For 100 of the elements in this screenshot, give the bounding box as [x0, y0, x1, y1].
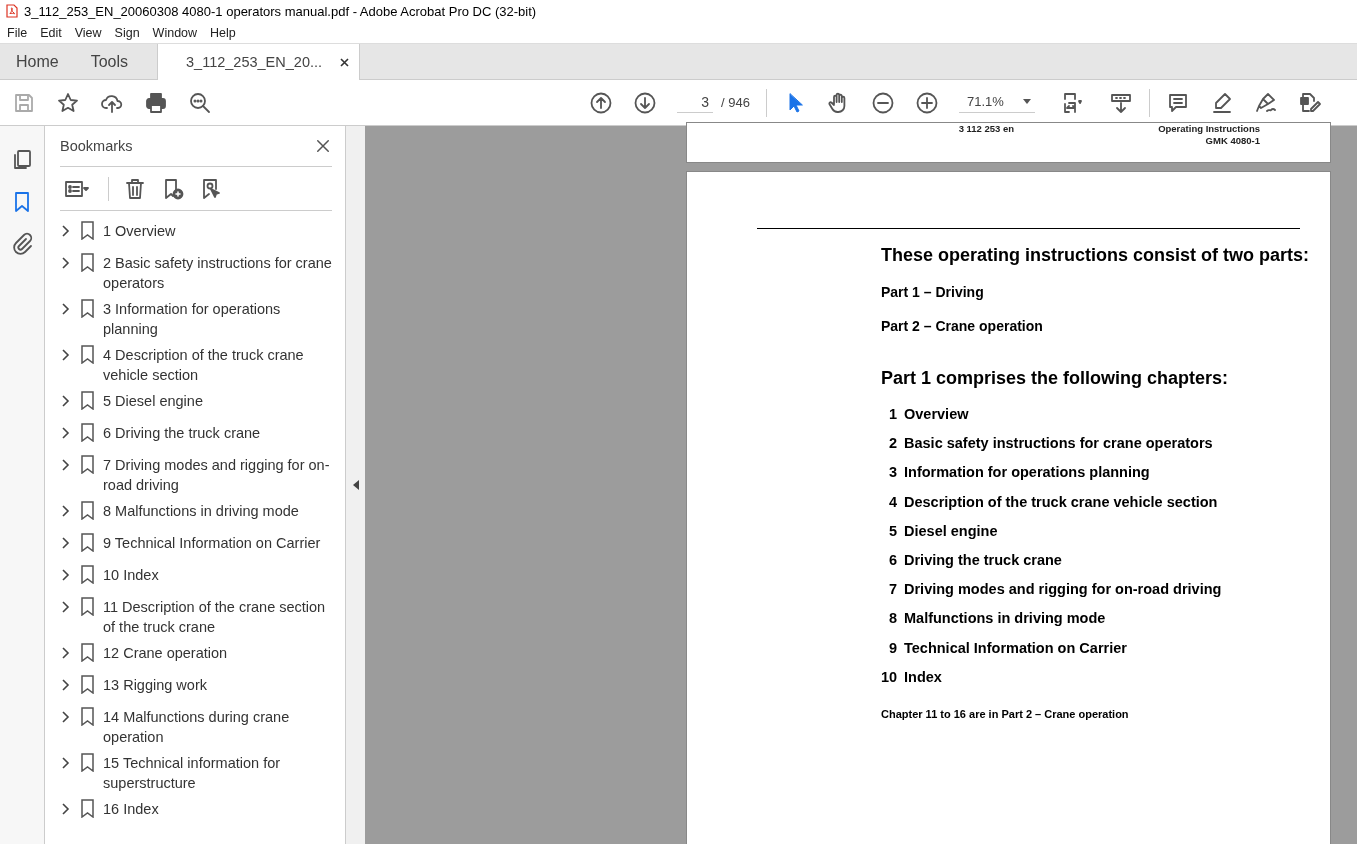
chevron-right-icon[interactable]: [60, 535, 70, 551]
chevron-right-icon[interactable]: [60, 425, 70, 441]
bookmark-item[interactable]: 2 Basic safety instructions for crane operators: [103, 253, 332, 293]
chapter-number: 3: [887, 464, 897, 481]
bookmark-icon: [81, 299, 94, 318]
bookmark-icon: [81, 501, 94, 520]
chevron-right-icon[interactable]: [60, 223, 70, 239]
chevron-right-icon[interactable]: [60, 645, 70, 661]
bookmark-item[interactable]: 3 Information for operations planning: [103, 299, 332, 339]
chapter-number: 9: [887, 639, 897, 656]
collapse-arrow-icon[interactable]: [352, 480, 359, 490]
menu-item[interactable]: Edit: [33, 25, 68, 40]
edit-document-icon[interactable]: [1297, 90, 1322, 115]
chevron-right-icon[interactable]: [60, 709, 70, 725]
bookmark-item[interactable]: 10 Index: [103, 565, 159, 585]
document-number: 3 112 253 en: [958, 123, 1015, 136]
trash-icon[interactable]: [123, 176, 147, 201]
bookmark-icon: [81, 643, 94, 662]
part-title: Part 1 – Driving: [881, 284, 984, 300]
menu-item[interactable]: Window: [145, 25, 204, 40]
zoom-dropdown[interactable]: 71.1%: [958, 92, 1035, 113]
window-title: 3_112_253_EN_20060308 4080-1 operators manual.pdf - Adobe Acrobat Pro DC (32-bit): [24, 3, 537, 19]
chevron-right-icon[interactable]: [60, 599, 70, 615]
bookmark-icon: [81, 423, 94, 442]
bookmark-item[interactable]: 13 Rigging work: [103, 675, 207, 695]
bookmark-icon: [81, 565, 94, 584]
chapter-number: 1: [887, 406, 897, 422]
chevron-right-icon[interactable]: [60, 457, 70, 473]
bookmark-icon: [81, 253, 94, 272]
chapter-number: 7: [887, 581, 897, 598]
chevron-right-icon[interactable]: [60, 677, 70, 693]
chevron-right-icon[interactable]: [60, 503, 70, 519]
chevron-right-icon[interactable]: [60, 755, 70, 771]
chapter-number: 4: [887, 493, 897, 510]
chapter-title: Description of the truck crane vehicle section: [904, 493, 1218, 510]
chapter-title: Driving modes and rigging for on-road driving: [904, 581, 1222, 598]
bookmark-icon: [81, 675, 94, 694]
bookmark-item[interactable]: 11 Description of the crane section of the truck crane: [103, 597, 332, 637]
bookmark-item[interactable]: 16 Index: [103, 799, 159, 819]
bookmark-icon: [81, 345, 94, 364]
search-icon[interactable]: [188, 90, 212, 115]
caret-icon[interactable]: [1022, 99, 1031, 104]
bookmark-item[interactable]: 14 Malfunctions during crane operation: [103, 707, 332, 747]
bookmark-icon: [81, 455, 94, 474]
bookmark-item[interactable]: 9 Technical Information on Carrier: [103, 533, 321, 553]
bookmark-item[interactable]: 5 Diesel engine: [103, 391, 203, 411]
bookmark-icon: [81, 753, 94, 772]
close-icon[interactable]: [314, 137, 332, 155]
chapter-number: 10: [881, 668, 897, 685]
zoom-out-icon[interactable]: [870, 90, 895, 115]
chapter-title: Diesel engine: [904, 522, 998, 539]
paperclip-icon[interactable]: [10, 232, 34, 256]
bookmark-item[interactable]: 7 Driving modes and rigging for on-road driving: [103, 455, 332, 495]
bookmark-item[interactable]: 1 Overview: [103, 221, 176, 241]
bookmark-icon: [81, 221, 94, 240]
zoom-in-icon[interactable]: [914, 90, 939, 115]
star-icon[interactable]: [56, 90, 80, 115]
chapter-title: Technical Information on Carrier: [904, 639, 1127, 656]
chapter-number: 5: [887, 522, 897, 539]
bookmark-item[interactable]: 12 Crane operation: [103, 643, 228, 663]
menu-item[interactable]: File: [0, 25, 34, 40]
tab[interactable]: Home: [0, 44, 75, 79]
chevron-right-icon[interactable]: [60, 255, 70, 271]
chevron-right-icon[interactable]: [60, 347, 70, 363]
bookmark-icon: [81, 799, 94, 818]
menu-item[interactable]: View: [67, 25, 108, 40]
bookmark-item[interactable]: 8 Malfunctions in driving mode: [103, 501, 299, 521]
print-icon[interactable]: [144, 90, 168, 115]
chapter-number: 8: [887, 610, 897, 627]
bookmark-icon: [81, 707, 94, 726]
menu-item[interactable]: Sign: [107, 25, 146, 40]
chevron-right-icon[interactable]: [60, 393, 70, 409]
chapter-title: Driving the truck crane: [904, 551, 1062, 568]
part-title: Part 2 – Crane operation: [881, 318, 1043, 334]
chapter-title: Overview: [904, 406, 969, 422]
heading: These operating instructions consist of two parts:: [881, 245, 1310, 266]
bookmark-icon: [81, 597, 94, 616]
bookmark-item[interactable]: 4 Description of the truck crane vehicle section: [103, 345, 332, 385]
close-icon[interactable]: [340, 57, 350, 67]
subheading: Part 1 comprises the following chapters:: [881, 368, 1229, 389]
chapter-number: 2: [887, 435, 897, 452]
tab[interactable]: 3_112_253_EN_20...: [157, 44, 361, 80]
bookmark-item[interactable]: 6 Driving the truck crane: [103, 423, 261, 443]
menu-item[interactable]: Help: [203, 25, 242, 40]
document-title: Operating Instructions: [1158, 123, 1260, 135]
chapter-title: Malfunctions in driving mode: [904, 610, 1106, 627]
model-name: GMK 4080-1: [1204, 135, 1260, 147]
pen-sign-icon[interactable]: [1253, 90, 1278, 115]
chapter-title: Basic safety instructions for crane operators: [904, 435, 1213, 452]
chevron-right-icon[interactable]: [60, 801, 70, 817]
chevron-right-icon[interactable]: [60, 301, 70, 317]
tab[interactable]: Tools: [74, 44, 145, 79]
bookmark-icon: [81, 533, 94, 552]
chevron-right-icon[interactable]: [60, 567, 70, 583]
bookmark-item[interactable]: 15 Technical information for superstructure: [103, 753, 332, 793]
chapter-title: Index: [904, 668, 942, 685]
bookmark-icon: [81, 391, 94, 410]
chapter-title: Information for operations planning: [904, 464, 1150, 481]
page-count: / 946: [721, 95, 750, 110]
pdf-file-icon: [6, 4, 18, 18]
